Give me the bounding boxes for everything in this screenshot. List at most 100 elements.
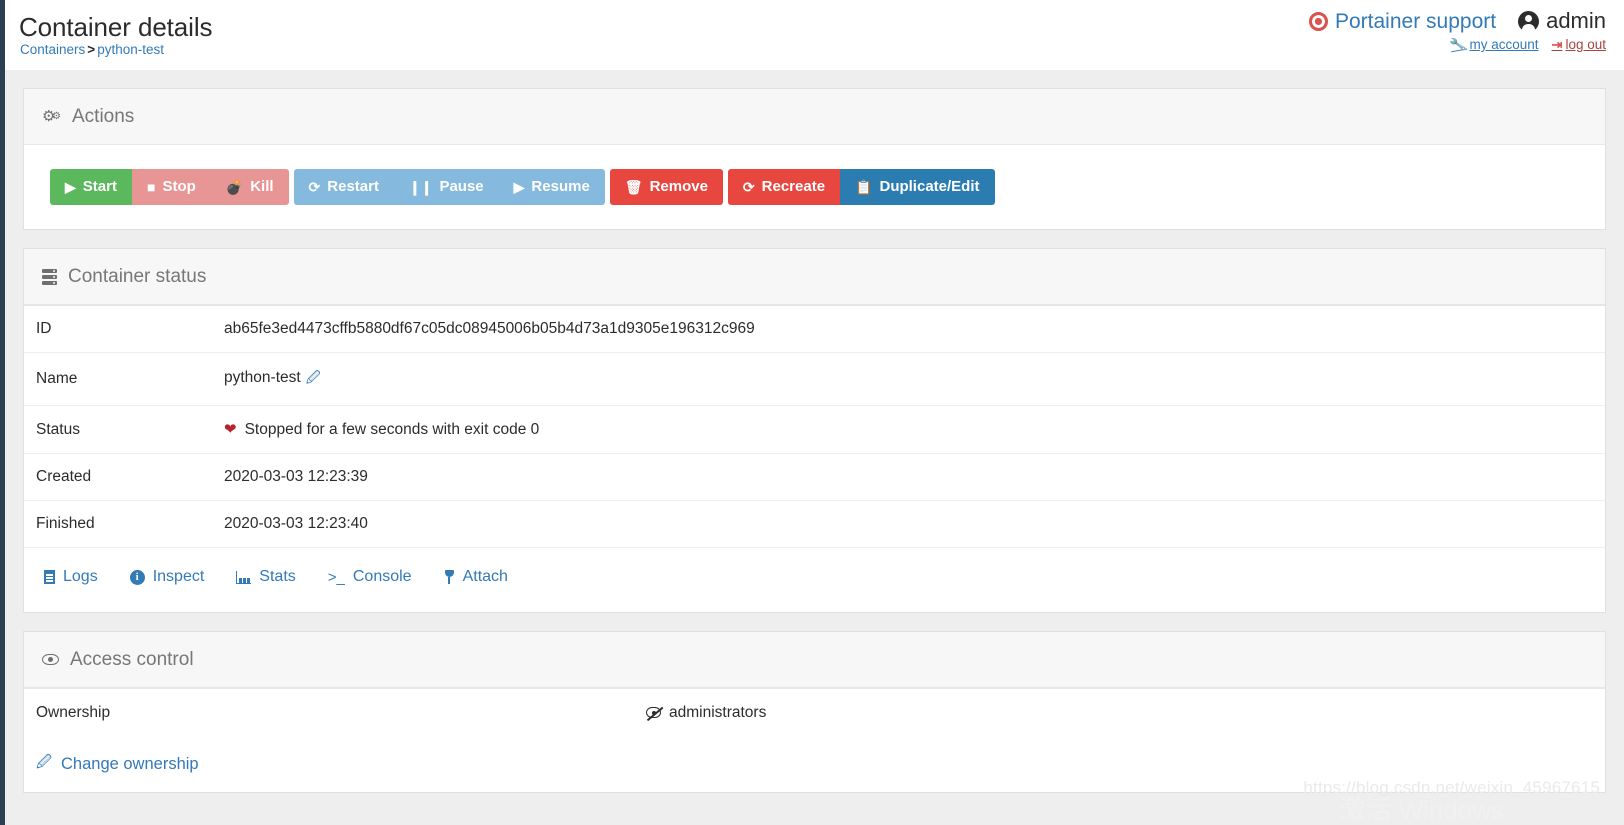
trash-icon: 🗑 <box>624 179 643 195</box>
breadcrumb-separator: > <box>87 42 96 57</box>
table-row: Name python-test 🖉 <box>24 352 1605 406</box>
start-button-label: Start <box>82 178 117 196</box>
ownership-value-cell: administrators <box>634 689 1605 738</box>
row-label-id: ID <box>36 320 52 337</box>
logs-link[interactable]: Logs <box>44 568 98 586</box>
resume-button[interactable]: ▶ Resume <box>498 169 605 205</box>
page-title: Container details <box>19 12 213 42</box>
stats-link-label: Stats <box>259 568 296 585</box>
remove-button[interactable]: 🗑 Remove <box>609 169 723 205</box>
row-label-status: Status <box>36 420 80 438</box>
heartbeat-icon: ❤ <box>224 421 237 438</box>
kill-button[interactable]: 💣 Kill <box>210 169 289 205</box>
pause-icon: ❙❙ <box>408 179 433 195</box>
app-root: Container details Containers > python-test… <box>0 0 1624 825</box>
pause-button-label: Pause <box>439 178 484 196</box>
change-ownership-label: Change ownership <box>61 755 199 773</box>
attach-link[interactable]: Attach <box>444 568 508 586</box>
logs-link-label: Logs <box>63 568 98 585</box>
eye-slash-icon <box>646 707 661 718</box>
container-status-panel-title: Container status <box>68 265 207 287</box>
row-value-finished: 2020-03-03 12:23:40 <box>224 515 368 532</box>
duplicate-edit-button[interactable]: 📋 Duplicate/Edit <box>840 169 995 205</box>
info-circle-icon: i <box>129 569 145 585</box>
recreate-button[interactable]: ⟳ Recreate <box>727 169 841 205</box>
restart-button[interactable]: ⟳ Restart <box>293 169 394 205</box>
play-icon: ▶ <box>513 179 525 195</box>
row-value-id: ab65fe3ed4473cffb5880df67c05dc08945006b0… <box>224 320 755 337</box>
logout-icon: ⇥ <box>1551 37 1563 52</box>
action-button-group: ▶ Start ■ Stop 💣 Kill ⟳ Restart ❙❙ Pause… <box>50 169 1579 205</box>
row-value-name: python-test <box>224 369 301 386</box>
table-row: Status ❤ Stopped for a few seconds with e… <box>24 405 1605 454</box>
kill-button-label: Kill <box>250 178 274 196</box>
attach-link-label: Attach <box>462 568 508 585</box>
actions-panel-title: Actions <box>72 105 135 127</box>
container-quick-links: Logs i Inspect Stats >_ Console Attach <box>24 547 1605 612</box>
user-avatar-icon <box>1518 10 1540 33</box>
eye-icon <box>42 654 59 665</box>
inspect-link-label: Inspect <box>152 568 205 585</box>
actions-panel-body: ▶ Start ■ Stop 💣 Kill ⟳ Restart ❙❙ Pause… <box>24 145 1605 229</box>
sync-icon: ⟳ <box>308 179 321 195</box>
username-label: admin <box>1546 8 1606 33</box>
row-value-status-cell: ❤ Stopped for a few seconds with exit cod… <box>212 406 1605 454</box>
table-row: ID ab65fe3ed4473cffb5880df67c05dc0894500… <box>24 305 1605 353</box>
log-out-label: log out <box>1565 37 1606 52</box>
row-value-created: 2020-03-03 12:23:39 <box>224 468 368 485</box>
lifering-icon <box>1308 11 1328 31</box>
stop-button[interactable]: ■ Stop <box>131 169 211 205</box>
server-stack-icon <box>42 268 57 285</box>
start-button[interactable]: ▶ Start <box>50 169 132 205</box>
file-icon <box>44 570 55 584</box>
inspect-link[interactable]: i Inspect <box>129 568 205 586</box>
breadcrumb: Containers > python-test <box>20 42 164 57</box>
portainer-support-link[interactable]: Portainer support <box>1308 9 1497 33</box>
plug-icon <box>444 570 455 584</box>
table-row: Ownership administrators <box>24 688 1605 738</box>
access-control-panel-title: Access control <box>70 648 194 670</box>
wrench-icon: 🔧 <box>1449 35 1468 54</box>
table-row: Finished 2020-03-03 12:23:40 <box>24 500 1605 548</box>
log-out-link[interactable]: ⇥ log out <box>1552 37 1606 52</box>
resume-button-label: Resume <box>531 178 590 196</box>
container-status-table: ID ab65fe3ed4473cffb5880df67c05dc0894500… <box>24 305 1605 547</box>
row-label-created: Created <box>36 468 92 485</box>
row-label-finished: Finished <box>36 515 95 532</box>
page-header: Container details Containers > python-test… <box>5 0 1624 70</box>
chart-icon <box>236 570 252 584</box>
portainer-support-label: Portainer support <box>1334 9 1497 33</box>
edit-pencil-icon: 🖉 <box>36 754 52 771</box>
access-control-panel-header: Access control <box>24 632 1605 688</box>
duplicate-edit-button-label: Duplicate/Edit <box>879 178 980 196</box>
remove-button-label: Remove <box>649 178 708 196</box>
terminal-icon: >_ <box>327 568 345 586</box>
sync-icon: ⟳ <box>742 179 755 195</box>
change-ownership-link[interactable]: 🖉 Change ownership <box>24 737 211 792</box>
container-status-panel-header: Container status <box>24 249 1605 305</box>
actions-panel-header: ⚙ ⚙ Actions <box>24 89 1605 145</box>
copy-icon: 📋 <box>855 179 873 195</box>
table-row: Created 2020-03-03 12:23:39 <box>24 453 1605 501</box>
console-link[interactable]: >_ Console <box>328 568 412 586</box>
restart-button-label: Restart <box>327 178 379 196</box>
breadcrumb-containers-link[interactable]: Containers <box>20 42 85 57</box>
bomb-icon: 💣 <box>225 179 244 195</box>
row-label-name: Name <box>36 370 78 387</box>
pause-button[interactable]: ❙❙ Pause <box>393 169 499 205</box>
my-account-label: my account <box>1469 37 1539 52</box>
gears-icon: ⚙ ⚙ <box>42 108 61 125</box>
my-account-link[interactable]: 🔧 my account <box>1449 35 1539 54</box>
stats-link[interactable]: Stats <box>236 568 296 586</box>
stop-icon: ■ <box>146 179 156 195</box>
access-control-table: Ownership administrators <box>24 688 1605 737</box>
edit-name-icon[interactable]: 🖉 <box>306 369 321 385</box>
container-status-panel: Container status ID ab65fe3ed4473cffb588… <box>23 248 1606 613</box>
recreate-button-label: Recreate <box>761 178 826 196</box>
ownership-label: Ownership <box>36 704 111 721</box>
breadcrumb-current-link[interactable]: python-test <box>97 42 164 57</box>
stop-button-label: Stop <box>162 178 196 196</box>
user-block: admin <box>1518 8 1606 33</box>
ownership-value: administrators <box>669 704 767 721</box>
row-value-status: Stopped for a few seconds with exit code… <box>244 421 540 438</box>
